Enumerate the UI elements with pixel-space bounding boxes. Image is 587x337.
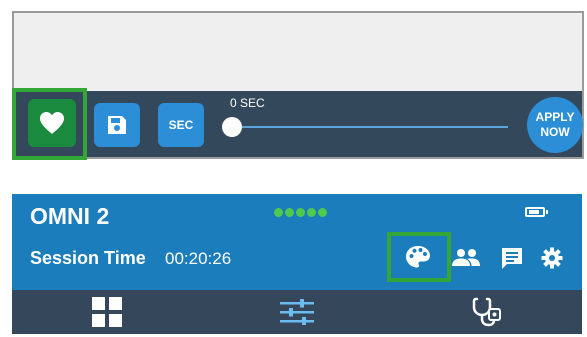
battery-icon	[525, 207, 548, 217]
nav-tab-stethoscope[interactable]	[392, 290, 582, 334]
settings-button[interactable]	[539, 245, 565, 271]
signal-dots-icon	[274, 208, 327, 217]
slider-value-label: 0 SEC	[230, 96, 265, 110]
session-time-label: Session Time	[30, 248, 146, 268]
toolbar: SEC 0 SEC APPLY NOW	[14, 91, 583, 157]
apply-label-line2: NOW	[540, 125, 570, 139]
chat-icon	[502, 248, 522, 269]
grid-icon	[92, 297, 122, 327]
apply-now-button[interactable]: APPLY NOW	[527, 97, 583, 153]
sec-button-label: SEC	[168, 118, 194, 132]
users-icon	[452, 249, 480, 266]
nav-tab-adjustments[interactable]	[202, 290, 392, 334]
app-header: OMNI 2 Session Time 00:20:26	[12, 194, 582, 290]
palette-highlight-box	[387, 232, 451, 282]
apply-label-line1: APPLY	[535, 110, 575, 124]
app-title: OMNI 2	[30, 203, 110, 229]
sec-button[interactable]: SEC	[158, 103, 204, 147]
app-window: OMNI 2 Session Time 00:20:26	[12, 194, 582, 334]
slider-thumb[interactable]	[222, 117, 242, 137]
heart-highlight-box	[12, 88, 87, 160]
stethoscope-icon	[472, 297, 501, 327]
users-button[interactable]	[449, 244, 483, 272]
save-button[interactable]	[94, 103, 140, 147]
nav-tab-grid[interactable]	[12, 290, 202, 334]
session-time-value: 00:20:26	[165, 249, 232, 268]
gear-icon	[541, 247, 563, 269]
settings-panel: SEC 0 SEC APPLY NOW	[12, 11, 584, 159]
sliders-icon	[280, 299, 314, 325]
floppy-disk-icon	[108, 116, 126, 134]
bottom-nav	[12, 290, 582, 334]
content-area	[14, 13, 582, 91]
chat-button[interactable]	[497, 243, 527, 273]
slider-track[interactable]	[236, 126, 508, 128]
